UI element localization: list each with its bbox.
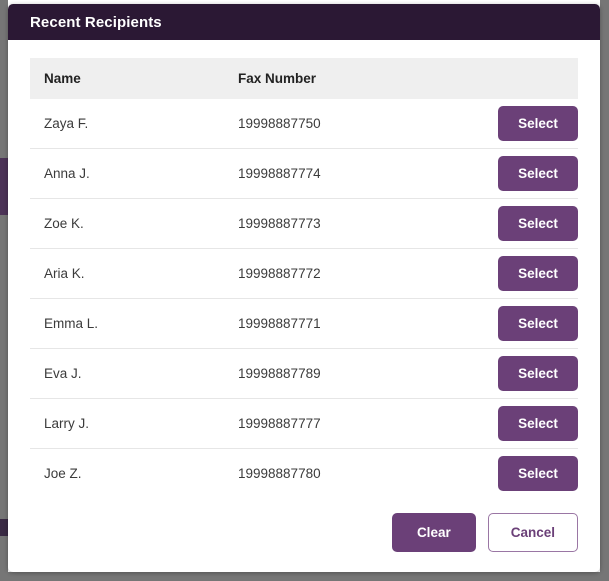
table-row: Emma L. 19998887771 Select (30, 298, 578, 349)
cell-action: Select (478, 198, 578, 249)
cell-fax-number: 19998887750 (224, 99, 478, 149)
cell-recipient-name: Eva J. (30, 348, 224, 399)
cell-fax-number: 19998887772 (224, 248, 478, 299)
select-recipient-button[interactable]: Select (498, 155, 578, 192)
select-recipient-button[interactable]: Select (498, 255, 578, 292)
page-backdrop-left (0, 0, 8, 581)
table-row: Zaya F. 19998887750 Select (30, 99, 578, 149)
background-panel-strip (0, 158, 8, 215)
cell-recipient-name: Aria K. (30, 248, 224, 299)
table-row: Larry J. 19998887777 Select (30, 398, 578, 449)
cell-fax-number: 19998887789 (224, 348, 478, 399)
cell-recipient-name: Anna J. (30, 148, 224, 199)
cell-fax-number: 19998887777 (224, 398, 478, 449)
table-header: Name Fax Number (30, 58, 578, 99)
column-header-fax-number: Fax Number (224, 58, 478, 99)
dialog-body: Name Fax Number Zaya F. 19998887750 Select… (8, 40, 600, 497)
dialog-title: Recent Recipients (30, 13, 162, 31)
cell-recipient-name: Emma L. (30, 298, 224, 349)
select-recipient-button[interactable]: Select (498, 355, 578, 392)
cancel-button[interactable]: Cancel (487, 512, 578, 552)
cell-fax-number: 19998887774 (224, 148, 478, 199)
table-row: Anna J. 19998887774 Select (30, 148, 578, 199)
table-row: Joe Z. 19998887780 Select (30, 448, 578, 497)
table-row: Zoe K. 19998887773 Select (30, 198, 578, 249)
recipients-table: Name Fax Number Zaya F. 19998887750 Select… (30, 58, 578, 497)
page-root: Recent Recipients Name Fax Number Zaya F… (0, 0, 609, 581)
column-header-name: Name (30, 58, 224, 99)
cell-recipient-name: Joe Z. (30, 448, 224, 497)
cell-recipient-name: Zaya F. (30, 99, 224, 149)
select-recipient-button[interactable]: Select (498, 405, 578, 442)
cell-recipient-name: Larry J. (30, 398, 224, 449)
clear-button[interactable]: Clear (391, 512, 476, 552)
dialog-footer: Clear Cancel (8, 497, 600, 573)
select-recipient-button[interactable]: Select (498, 205, 578, 242)
cell-action: Select (478, 99, 578, 149)
cell-fax-number: 19998887771 (224, 298, 478, 349)
select-recipient-button[interactable]: Select (498, 105, 578, 142)
select-recipient-button[interactable]: Select (498, 455, 578, 492)
table-row: Eva J. 19998887789 Select (30, 348, 578, 399)
cell-action: Select (478, 248, 578, 299)
column-header-action (478, 58, 578, 99)
cell-action: Select (478, 298, 578, 349)
cell-recipient-name: Zoe K. (30, 198, 224, 249)
cell-fax-number: 19998887773 (224, 198, 478, 249)
background-element-fragment (0, 519, 8, 536)
table-row: Aria K. 19998887772 Select (30, 248, 578, 299)
cell-action: Select (478, 148, 578, 199)
table-header-row: Name Fax Number (30, 58, 578, 99)
cell-action: Select (478, 448, 578, 497)
select-recipient-button[interactable]: Select (498, 305, 578, 342)
cell-fax-number: 19998887780 (224, 448, 478, 497)
page-backdrop-bottom (0, 572, 609, 581)
table-body: Zaya F. 19998887750 Select Anna J. 199988877… (30, 99, 578, 497)
cell-action: Select (478, 348, 578, 399)
cell-action: Select (478, 398, 578, 449)
recent-recipients-dialog: Recent Recipients Name Fax Number Zaya F… (8, 4, 600, 572)
page-backdrop-right (600, 0, 609, 581)
dialog-header: Recent Recipients (8, 4, 600, 40)
